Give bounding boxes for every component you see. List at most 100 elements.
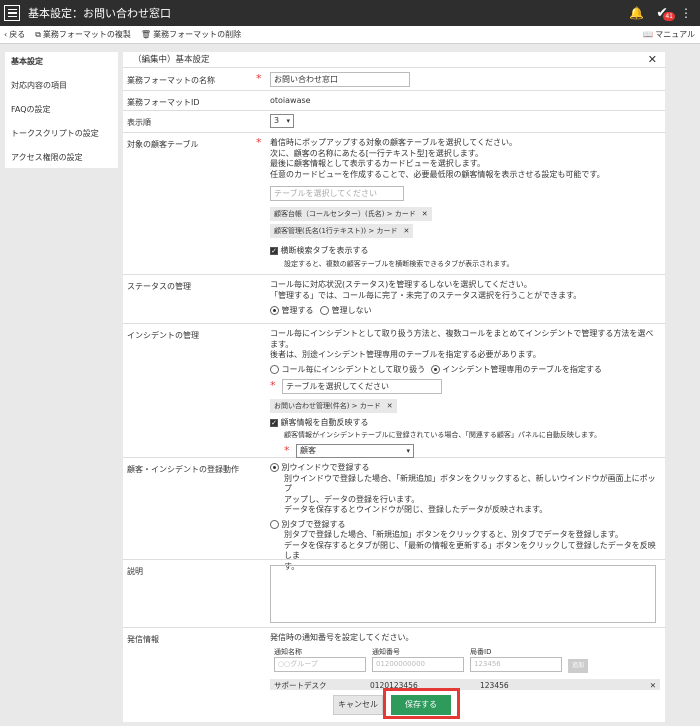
description-textarea[interactable] — [270, 565, 656, 623]
name-label: 業務フォーマットの名称 — [127, 76, 215, 85]
register-label: 顧客・インシデントの登録動作 — [127, 465, 239, 474]
chip-label: 顧客台帳（コールセンター）(氏名) > カード — [274, 210, 416, 218]
crosssearch-note: 設定すると、複数の顧客テーブルを横断検索できるタブが表示されます。 — [284, 259, 514, 268]
title-bar: 基本設定：お問い合わせ窓口 🔔 ✔ 41 ⋮ — [0, 0, 700, 26]
sidebar: 基本設定 対応内容の項目 FAQの設定 トークスクリプトの設定 アクセス権限の設… — [5, 52, 118, 168]
row-register: 顧客・インシデントの登録動作 別ウインドウで登録する 別ウインドウで登録した場合… — [123, 458, 665, 571]
row-name: 業務フォーマットの名称 * お問い合わせ窓口 — [123, 69, 665, 91]
panel-header: （編集中）基本設定 ✕ — [123, 52, 665, 68]
notify-col-name: 通知名称 — [274, 647, 302, 656]
panel-title: （編集中）基本設定 — [133, 55, 210, 65]
autofill-checkbox[interactable]: ✓ — [270, 418, 278, 427]
customer-field-select[interactable]: 顧客 ▾ — [296, 444, 414, 458]
entry-name: サポートデスク — [274, 680, 327, 690]
sidebar-item-faq[interactable]: FAQの設定 — [5, 100, 118, 124]
register-opt2-label: 別タブで登録する — [281, 519, 346, 529]
page-title: 基本設定：お問い合わせ窓口 — [28, 7, 171, 20]
cancel-button[interactable]: キャンセル — [333, 695, 383, 715]
name-input[interactable]: お問い合わせ窓口 — [270, 72, 410, 87]
status-desc: 「管理する」では、コール毎に完了・未完了のステータス選択を行うことができます。 — [270, 290, 582, 300]
back-label: 戻る — [9, 30, 26, 39]
manual-label: マニュアル — [655, 30, 695, 39]
delete-label: 業務フォーマットの削除 — [153, 30, 242, 39]
more-options-icon[interactable]: ⋮ — [680, 6, 692, 20]
register-opt1-label: 別ウインドウで登録する — [281, 463, 370, 472]
required-mark: * — [256, 136, 262, 149]
notify-number-input[interactable]: 01200000000 — [372, 657, 464, 672]
notification-check-icon[interactable]: ✔ 41 — [656, 5, 675, 21]
incident-table-input[interactable]: テーブルを選択してください — [282, 379, 442, 394]
notify-name-input[interactable]: ○○グループ — [274, 657, 366, 672]
add-button[interactable]: 追加 — [568, 658, 588, 673]
description-label: 説明 — [127, 567, 143, 576]
settings-panel: （編集中）基本設定 ✕ 業務フォーマットの名称 * お問い合わせ窓口 業務フォー… — [123, 52, 665, 722]
notification-badge: 41 — [663, 12, 675, 21]
status-desc: コール毎に対応状況(ステータス)を管理するしないを選択してください。 — [270, 280, 532, 289]
table-select-input[interactable]: テーブルを選択してください — [270, 186, 404, 201]
menu-icon[interactable] — [4, 5, 20, 21]
notify-label: 発信情報 — [127, 635, 159, 644]
chevron-down-icon: ▾ — [286, 117, 290, 125]
row-status: ステータスの管理 コール毎に対応状況(ステータス)を管理するしないを選択してくだ… — [123, 275, 665, 324]
manual-button[interactable]: 📖 マニュアル — [643, 29, 695, 40]
duplicate-button[interactable]: ⧉ 業務フォーマットの複製 — [35, 29, 131, 40]
incident-per-call-radio[interactable] — [270, 364, 279, 374]
register-desc: アップし、データの登録を行います。 — [284, 494, 420, 504]
tables-label: 対象の顧客テーブル — [127, 140, 199, 149]
notify-desc: 発信時の通知番号を設定してください。 — [270, 633, 414, 642]
order-value: 3 — [274, 116, 280, 125]
book-icon: 📖 — [643, 30, 654, 39]
highlight-box — [383, 688, 460, 719]
notify-col-number: 通知番号 — [372, 647, 400, 656]
table-chip: 顧客管理(氏名(1行テキスト)) > カード ✕ — [270, 224, 414, 238]
incident-desc: 後者は、別途インシデント管理専用のテーブルを指定する必要があります。 — [270, 350, 541, 359]
chip-label: お問い合わせ管理(件名) > カード — [274, 402, 381, 410]
incident-desc: コール毎にインシデントとして取り扱う方法と、複数コールをまとめてインシデントで管… — [270, 329, 654, 349]
tables-desc: 任意のカードビューを作成することで、必要最低限の顧客情報を表示させる設定も可能で… — [270, 169, 605, 179]
close-icon[interactable]: ✕ — [648, 52, 657, 68]
row-id: 業務フォーマットID otoiawase — [123, 91, 665, 111]
order-select[interactable]: 3 ▾ — [270, 114, 294, 128]
autofill-label: 顧客情報を自動反映する — [280, 418, 369, 427]
notify-id-input[interactable]: 123456 — [470, 657, 562, 672]
sidebar-item-basic[interactable]: 基本設定 — [5, 52, 118, 76]
sidebar-item-access[interactable]: アクセス権限の設定 — [5, 148, 118, 172]
status-opt1-label: 管理する — [281, 306, 314, 315]
crosssearch-label: 横断検索タブを表示する — [280, 246, 369, 255]
chevron-down-icon: ▾ — [406, 447, 410, 455]
register-desc: データを保存するとタブが閉じ、「最新の情報を更新する」ボタンをクリックして登録し… — [284, 540, 656, 561]
sidebar-item-talkscript[interactable]: トークスクリプトの設定 — [5, 124, 118, 148]
copy-icon: ⧉ — [35, 29, 41, 39]
trash-icon: 🗑 — [140, 30, 152, 39]
incident-opt1-label: コール毎にインシデントとして取り扱う — [281, 364, 426, 374]
tables-desc: 着信時にポップアップする対象の顧客テーブルを選択してください。 — [270, 138, 518, 147]
remove-icon[interactable]: ✕ — [422, 210, 428, 218]
register-window-radio[interactable] — [270, 463, 279, 472]
remove-icon[interactable]: ✕ — [387, 402, 393, 410]
incident-chip: お問い合わせ管理(件名) > カード ✕ — [270, 399, 397, 413]
row-tables: 対象の顧客テーブル * 着信時にポップアップする対象の顧客テーブルを選択してくだ… — [123, 133, 665, 275]
sidebar-item-fields[interactable]: 対応内容の項目 — [5, 76, 118, 100]
toolbar: ‹ 戻る ⧉ 業務フォーマットの複製 🗑 業務フォーマットの削除 📖 マニュアル — [0, 26, 700, 44]
duplicate-label: 業務フォーマットの複製 — [42, 30, 131, 39]
order-label: 表示順 — [127, 118, 151, 127]
remove-icon[interactable]: ✕ — [403, 227, 409, 235]
footer: キャンセル 保存する — [123, 688, 665, 722]
status-opt2-label: 管理しない — [331, 306, 372, 315]
row-order: 表示順 3 ▾ — [123, 111, 665, 133]
incident-opt2-label: インシデント管理専用のテーブルを指定する — [442, 364, 602, 374]
id-label: 業務フォーマットID — [127, 98, 200, 107]
incident-table-radio[interactable] — [430, 364, 440, 374]
required-mark: * — [270, 379, 276, 393]
crosssearch-checkbox[interactable]: ✓ — [270, 246, 278, 255]
delete-button[interactable]: 🗑 業務フォーマットの削除 — [141, 29, 241, 40]
status-manage-radio[interactable] — [270, 306, 279, 315]
back-button[interactable]: ‹ 戻る — [4, 29, 25, 40]
row-description: 説明 — [123, 560, 665, 628]
register-desc: データを保存するとウインドウが閉じ、登録したデータが反映されます。 — [284, 505, 548, 514]
tables-desc: 最後に顧客情報として表示するカードビューを選択します。 — [270, 159, 485, 168]
row-incident: インシデントの管理 コール毎にインシデントとして取り扱う方法と、複数コールをまと… — [123, 324, 665, 458]
bell-icon[interactable]: 🔔 — [629, 6, 644, 20]
status-nomanage-radio[interactable] — [320, 306, 330, 315]
register-tab-radio[interactable] — [270, 519, 279, 529]
